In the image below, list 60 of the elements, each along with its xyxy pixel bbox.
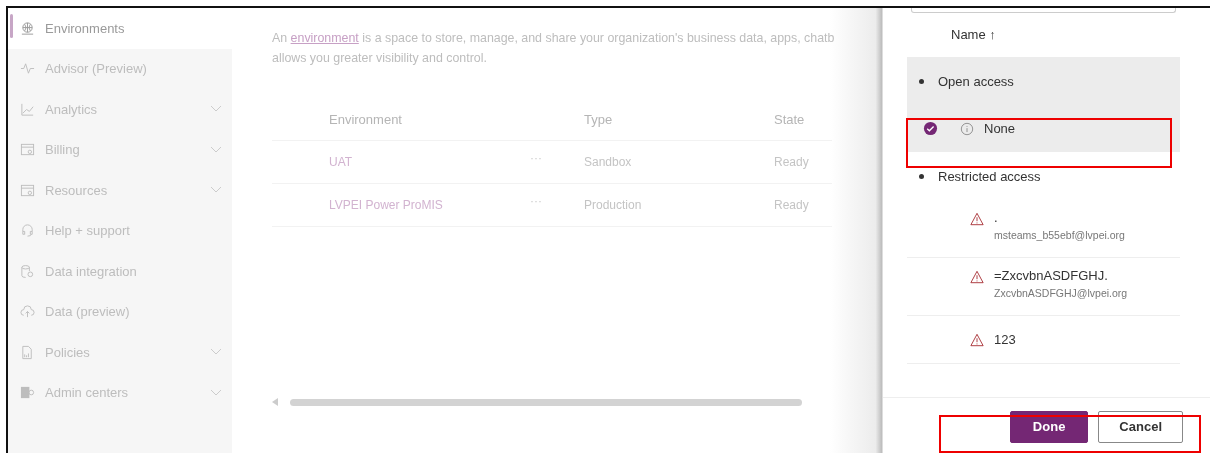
sidebar-item[interactable]: Admin centers — [8, 372, 232, 413]
item-email: msteams_b55ebf@lvpei.org — [994, 228, 1126, 243]
item-email: ZxcvbnASDFGHJ@lvpei.org — [994, 286, 1129, 301]
more-options-button[interactable]: ··· — [530, 151, 542, 165]
warning-icon — [970, 270, 984, 284]
cloud-icon — [20, 304, 35, 320]
scroll-left-icon[interactable] — [272, 398, 278, 406]
warning-icon — [970, 212, 984, 226]
table-cell: Production — [584, 198, 642, 212]
list-item[interactable]: None — [907, 105, 1180, 152]
search-field[interactable] — [911, 8, 1176, 13]
cancel-button[interactable]: Cancel — [1098, 410, 1183, 443]
table-cell: Ready — [774, 198, 809, 212]
sidebar-item[interactable]: Resources — [8, 170, 232, 211]
document-icon — [20, 344, 35, 360]
bullet-icon — [919, 78, 924, 84]
list-item[interactable]: 123 — [907, 316, 1180, 364]
card-icon — [20, 182, 35, 198]
scrollbar-thumb[interactable] — [290, 398, 802, 406]
chart-icon — [20, 101, 35, 117]
sidebar-item[interactable]: Advisor (Preview) — [8, 48, 232, 89]
group-title: Open access — [938, 73, 1014, 89]
sidebar-item[interactable]: Analytics — [8, 89, 232, 130]
card-icon — [20, 142, 35, 158]
more-options-button[interactable]: ··· — [530, 194, 542, 208]
table-cell: Sandbox — [584, 155, 632, 169]
column-header[interactable]: Environment — [329, 111, 402, 127]
column-header[interactable]: State — [774, 111, 805, 127]
table-cell: Ready — [774, 155, 809, 169]
info-icon — [960, 121, 974, 136]
item-name: 123 — [994, 332, 1016, 347]
done-button[interactable]: Done — [1009, 410, 1089, 443]
sidebar-item[interactable]: Policies — [8, 332, 232, 373]
globe-icon — [20, 20, 35, 36]
sidebar-item[interactable]: Data integration — [8, 251, 232, 292]
warning-icon — [970, 332, 984, 347]
pulse-icon — [20, 61, 35, 77]
list-item[interactable]: . msteams_b55ebf@lvpei.org — [907, 200, 1180, 258]
checkmark-icon — [923, 121, 938, 136]
admin-icon — [20, 385, 35, 401]
environment-link[interactable]: LVPEI Power ProMIS — [329, 198, 443, 212]
list-item[interactable]: =ZxcvbnASDFGHJ. ZxcvbnASDFGHJ@lvpei.org — [907, 258, 1180, 316]
column-header[interactable]: Type — [584, 111, 613, 127]
bullet-icon — [919, 173, 924, 179]
sidebar-item[interactable]: Environments — [8, 8, 232, 49]
group-title: Restricted access — [938, 168, 1041, 184]
environment-link[interactable]: UAT — [329, 155, 353, 169]
column-header[interactable]: Name ↑ — [907, 13, 1180, 57]
item-name: None — [984, 121, 1016, 136]
group-header[interactable]: Restricted access — [907, 152, 1180, 200]
sidebar-item[interactable]: Help + support — [8, 210, 232, 251]
sidebar-item[interactable]: Data (preview) — [8, 291, 232, 332]
group-header[interactable]: Open access — [907, 57, 1180, 105]
headset-icon — [20, 223, 35, 239]
item-name: . — [994, 210, 999, 225]
item-name: =ZxcvbnASDFGHJ. — [994, 268, 1109, 283]
sidebar-item[interactable]: Billing — [8, 129, 232, 170]
environment-link[interactable]: environment — [290, 31, 359, 45]
intro-text: An environment is a space to store, manage, and share your organization's business data, apps, chatb allows you greater visibility and control. — [272, 30, 836, 67]
database-icon — [20, 263, 35, 279]
